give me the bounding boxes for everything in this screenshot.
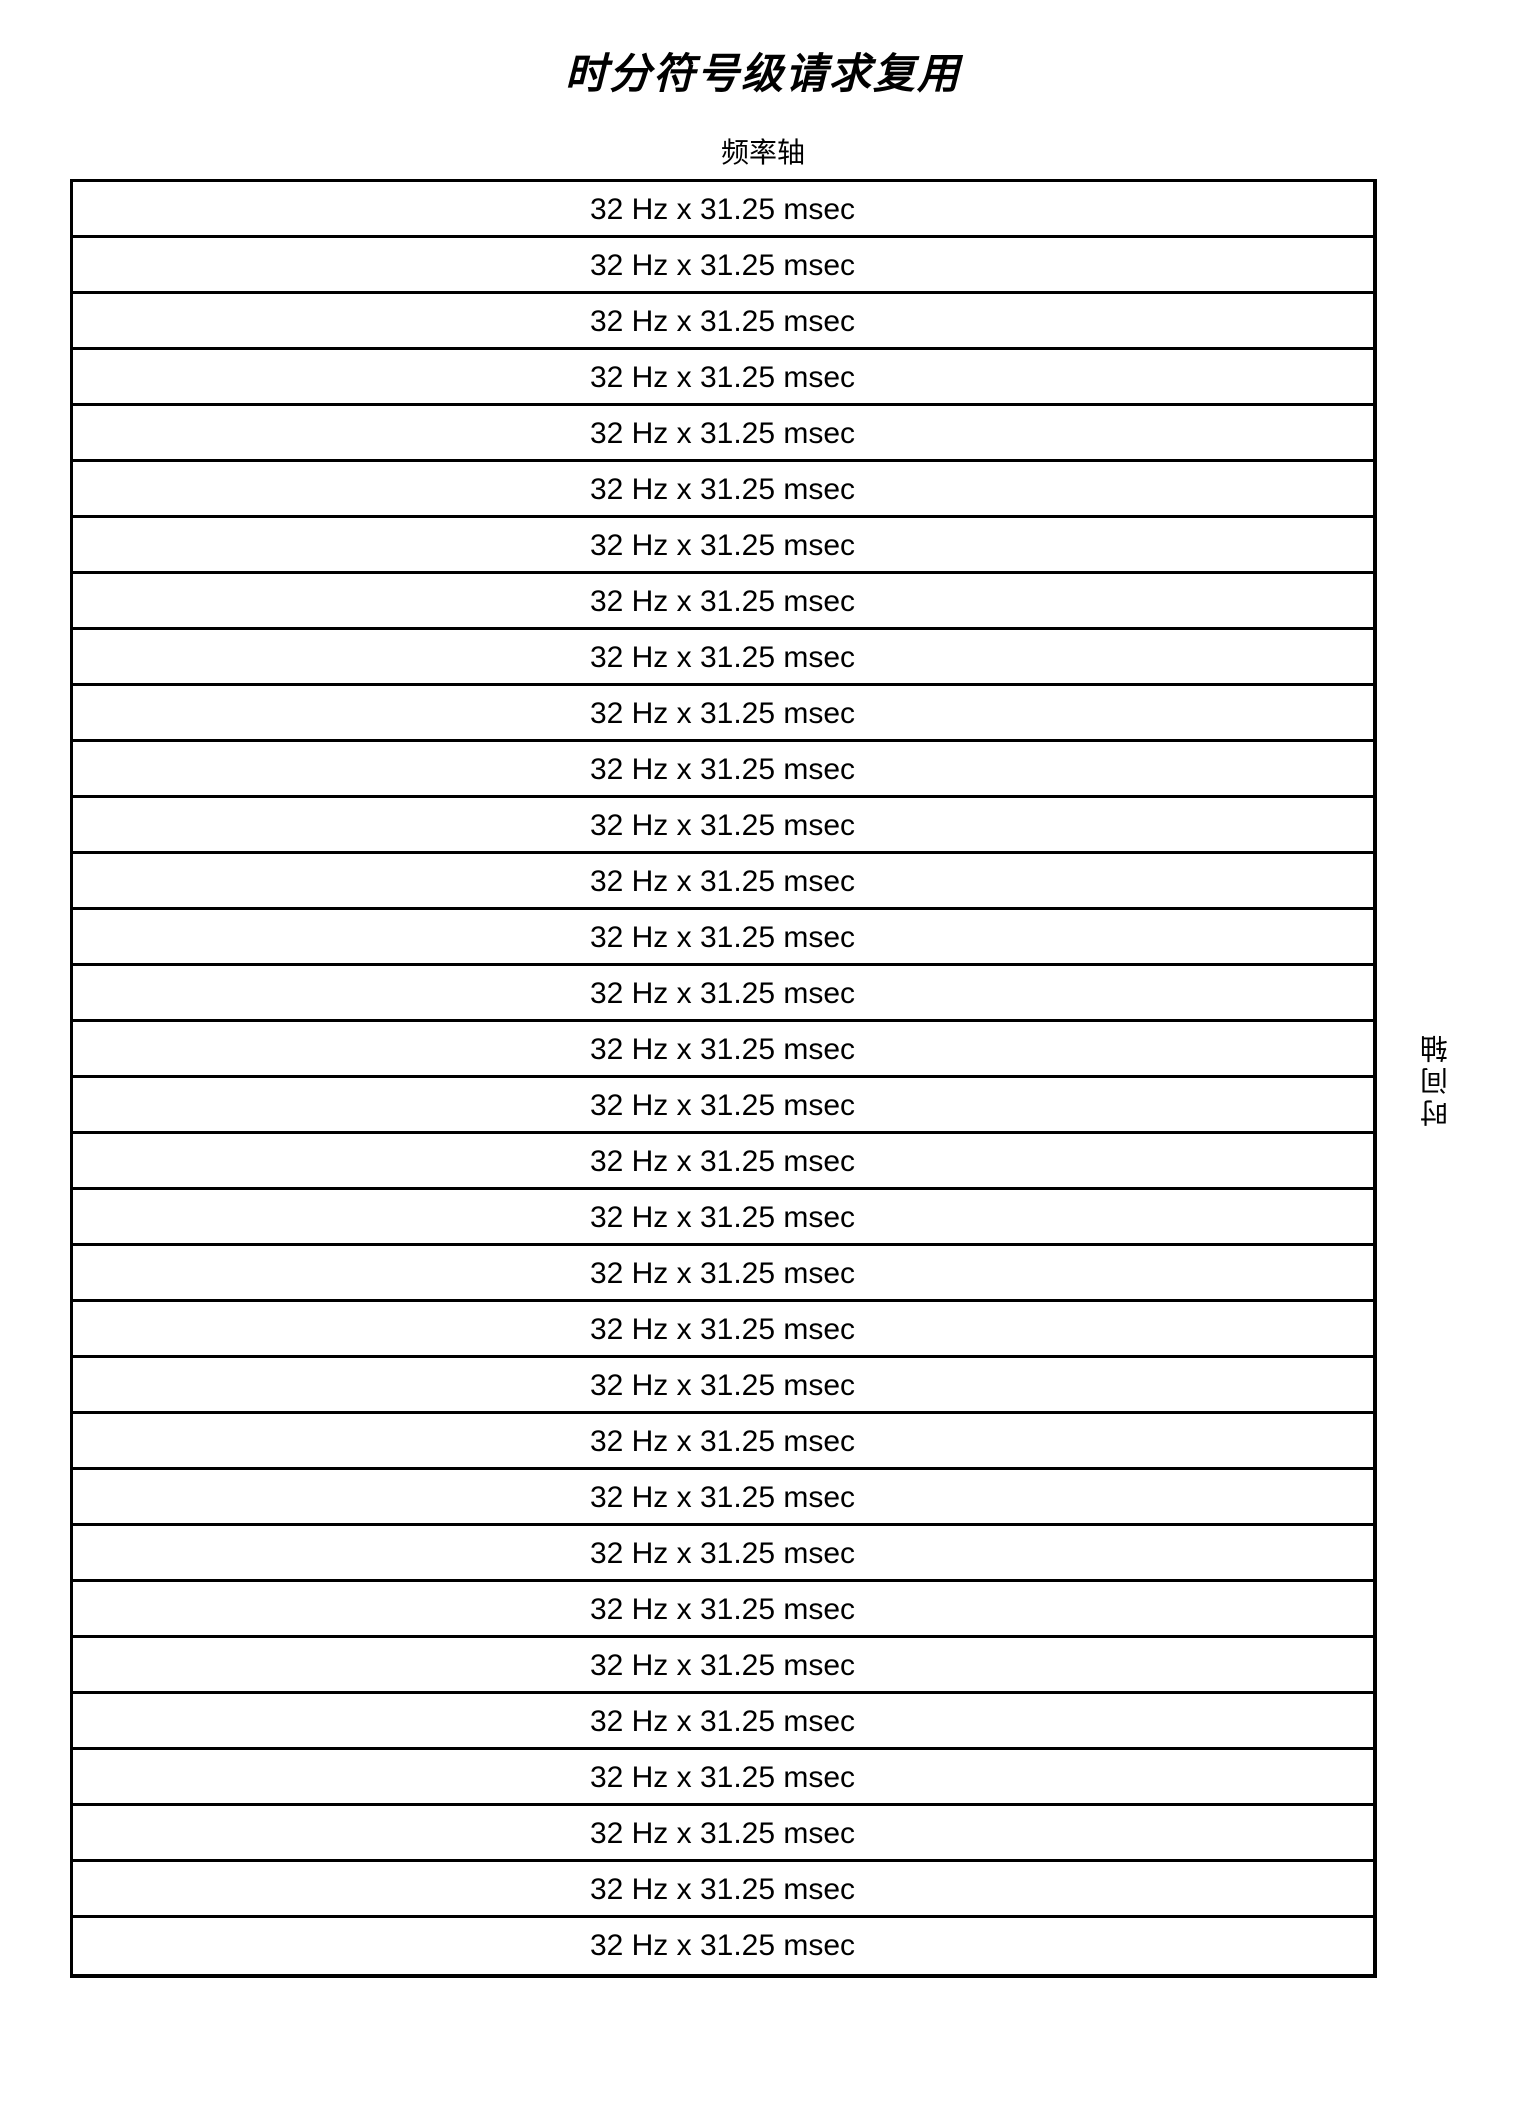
table-row: 32 Hz x 31.25 msec: [73, 1078, 1373, 1134]
table-row: 32 Hz x 31.25 msec: [73, 574, 1373, 630]
table-row: 32 Hz x 31.25 msec: [73, 1302, 1373, 1358]
table-row: 32 Hz x 31.25 msec: [73, 238, 1373, 294]
table-row: 32 Hz x 31.25 msec: [73, 1190, 1373, 1246]
table-row: 32 Hz x 31.25 msec: [73, 1526, 1373, 1582]
diagram-wrapper: 32 Hz x 31.25 msec32 Hz x 31.25 msec32 H…: [40, 179, 1486, 1978]
table-row: 32 Hz x 31.25 msec: [73, 406, 1373, 462]
table-row: 32 Hz x 31.25 msec: [73, 798, 1373, 854]
table-row: 32 Hz x 31.25 msec: [73, 966, 1373, 1022]
table-row: 32 Hz x 31.25 msec: [73, 1862, 1373, 1918]
table-row: 32 Hz x 31.25 msec: [73, 294, 1373, 350]
table-row: 32 Hz x 31.25 msec: [73, 1638, 1373, 1694]
table-row: 32 Hz x 31.25 msec: [73, 1134, 1373, 1190]
table-row: 32 Hz x 31.25 msec: [73, 462, 1373, 518]
table-row: 32 Hz x 31.25 msec: [73, 1750, 1373, 1806]
table-row: 32 Hz x 31.25 msec: [73, 1022, 1373, 1078]
table-row: 32 Hz x 31.25 msec: [73, 1414, 1373, 1470]
table-row: 32 Hz x 31.25 msec: [73, 1582, 1373, 1638]
table-row: 32 Hz x 31.25 msec: [73, 1358, 1373, 1414]
table-row: 32 Hz x 31.25 msec: [73, 854, 1373, 910]
time-axis-label: 时间轴: [1417, 1031, 1457, 1127]
time-frequency-table: 32 Hz x 31.25 msec32 Hz x 31.25 msec32 H…: [70, 179, 1377, 1978]
table-row: 32 Hz x 31.25 msec: [73, 1806, 1373, 1862]
table-row: 32 Hz x 31.25 msec: [73, 182, 1373, 238]
table-row: 32 Hz x 31.25 msec: [73, 350, 1373, 406]
frequency-axis-label: 频率轴: [40, 131, 1486, 171]
table-row: 32 Hz x 31.25 msec: [73, 1918, 1373, 1974]
table-row: 32 Hz x 31.25 msec: [73, 910, 1373, 966]
table-row: 32 Hz x 31.25 msec: [73, 630, 1373, 686]
table-row: 32 Hz x 31.25 msec: [73, 686, 1373, 742]
table-row: 32 Hz x 31.25 msec: [73, 1246, 1373, 1302]
table-row: 32 Hz x 31.25 msec: [73, 1694, 1373, 1750]
table-row: 32 Hz x 31.25 msec: [73, 518, 1373, 574]
diagram-title: 时分符号级请求复用: [40, 40, 1486, 101]
table-row: 32 Hz x 31.25 msec: [73, 742, 1373, 798]
table-row: 32 Hz x 31.25 msec: [73, 1470, 1373, 1526]
